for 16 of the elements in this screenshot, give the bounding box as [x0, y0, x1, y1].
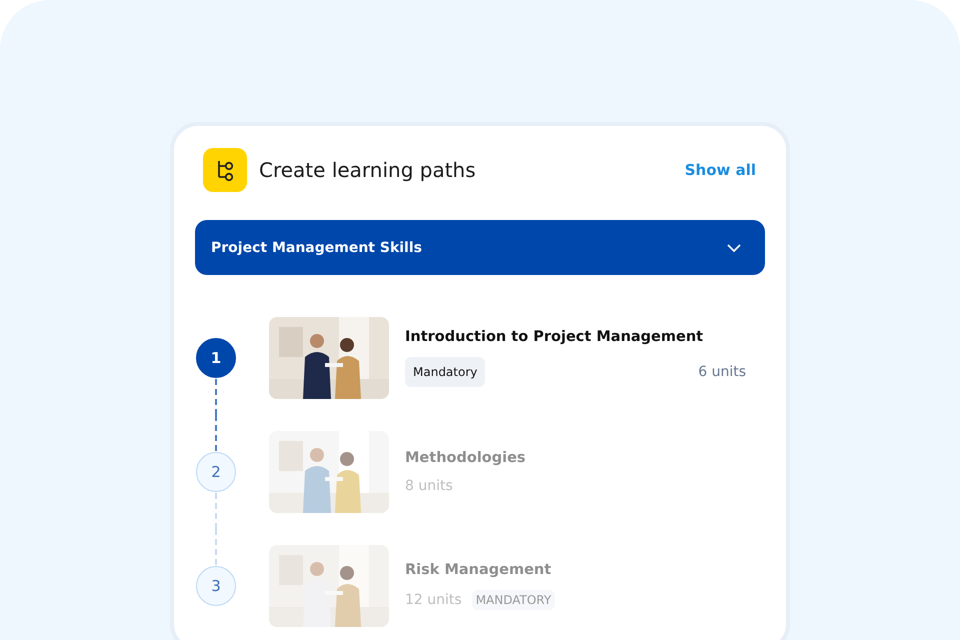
unit-count: 12 units [405, 592, 462, 608]
course-title: Methodologies [405, 450, 527, 466]
card-title: Create learning paths [259, 158, 477, 182]
step-number[interactable]: 3 [196, 566, 236, 606]
path-dropdown[interactable]: Project Management Skills [195, 220, 765, 275]
course-title: Introduction to Project Management [405, 329, 704, 345]
mandatory-tag: Mandatory [405, 357, 486, 387]
flow-icon [203, 148, 247, 192]
step-number[interactable]: 1 [196, 338, 236, 378]
unit-count: 6 units [698, 364, 746, 380]
chevron-down-icon [727, 244, 741, 252]
step-number[interactable]: 2 [196, 452, 236, 492]
show-all-link[interactable]: Show all [684, 161, 756, 179]
mandatory-tag: MANDATORY [472, 590, 556, 610]
course-title: Risk Management [405, 562, 552, 578]
unit-count: 8 units [405, 478, 453, 494]
